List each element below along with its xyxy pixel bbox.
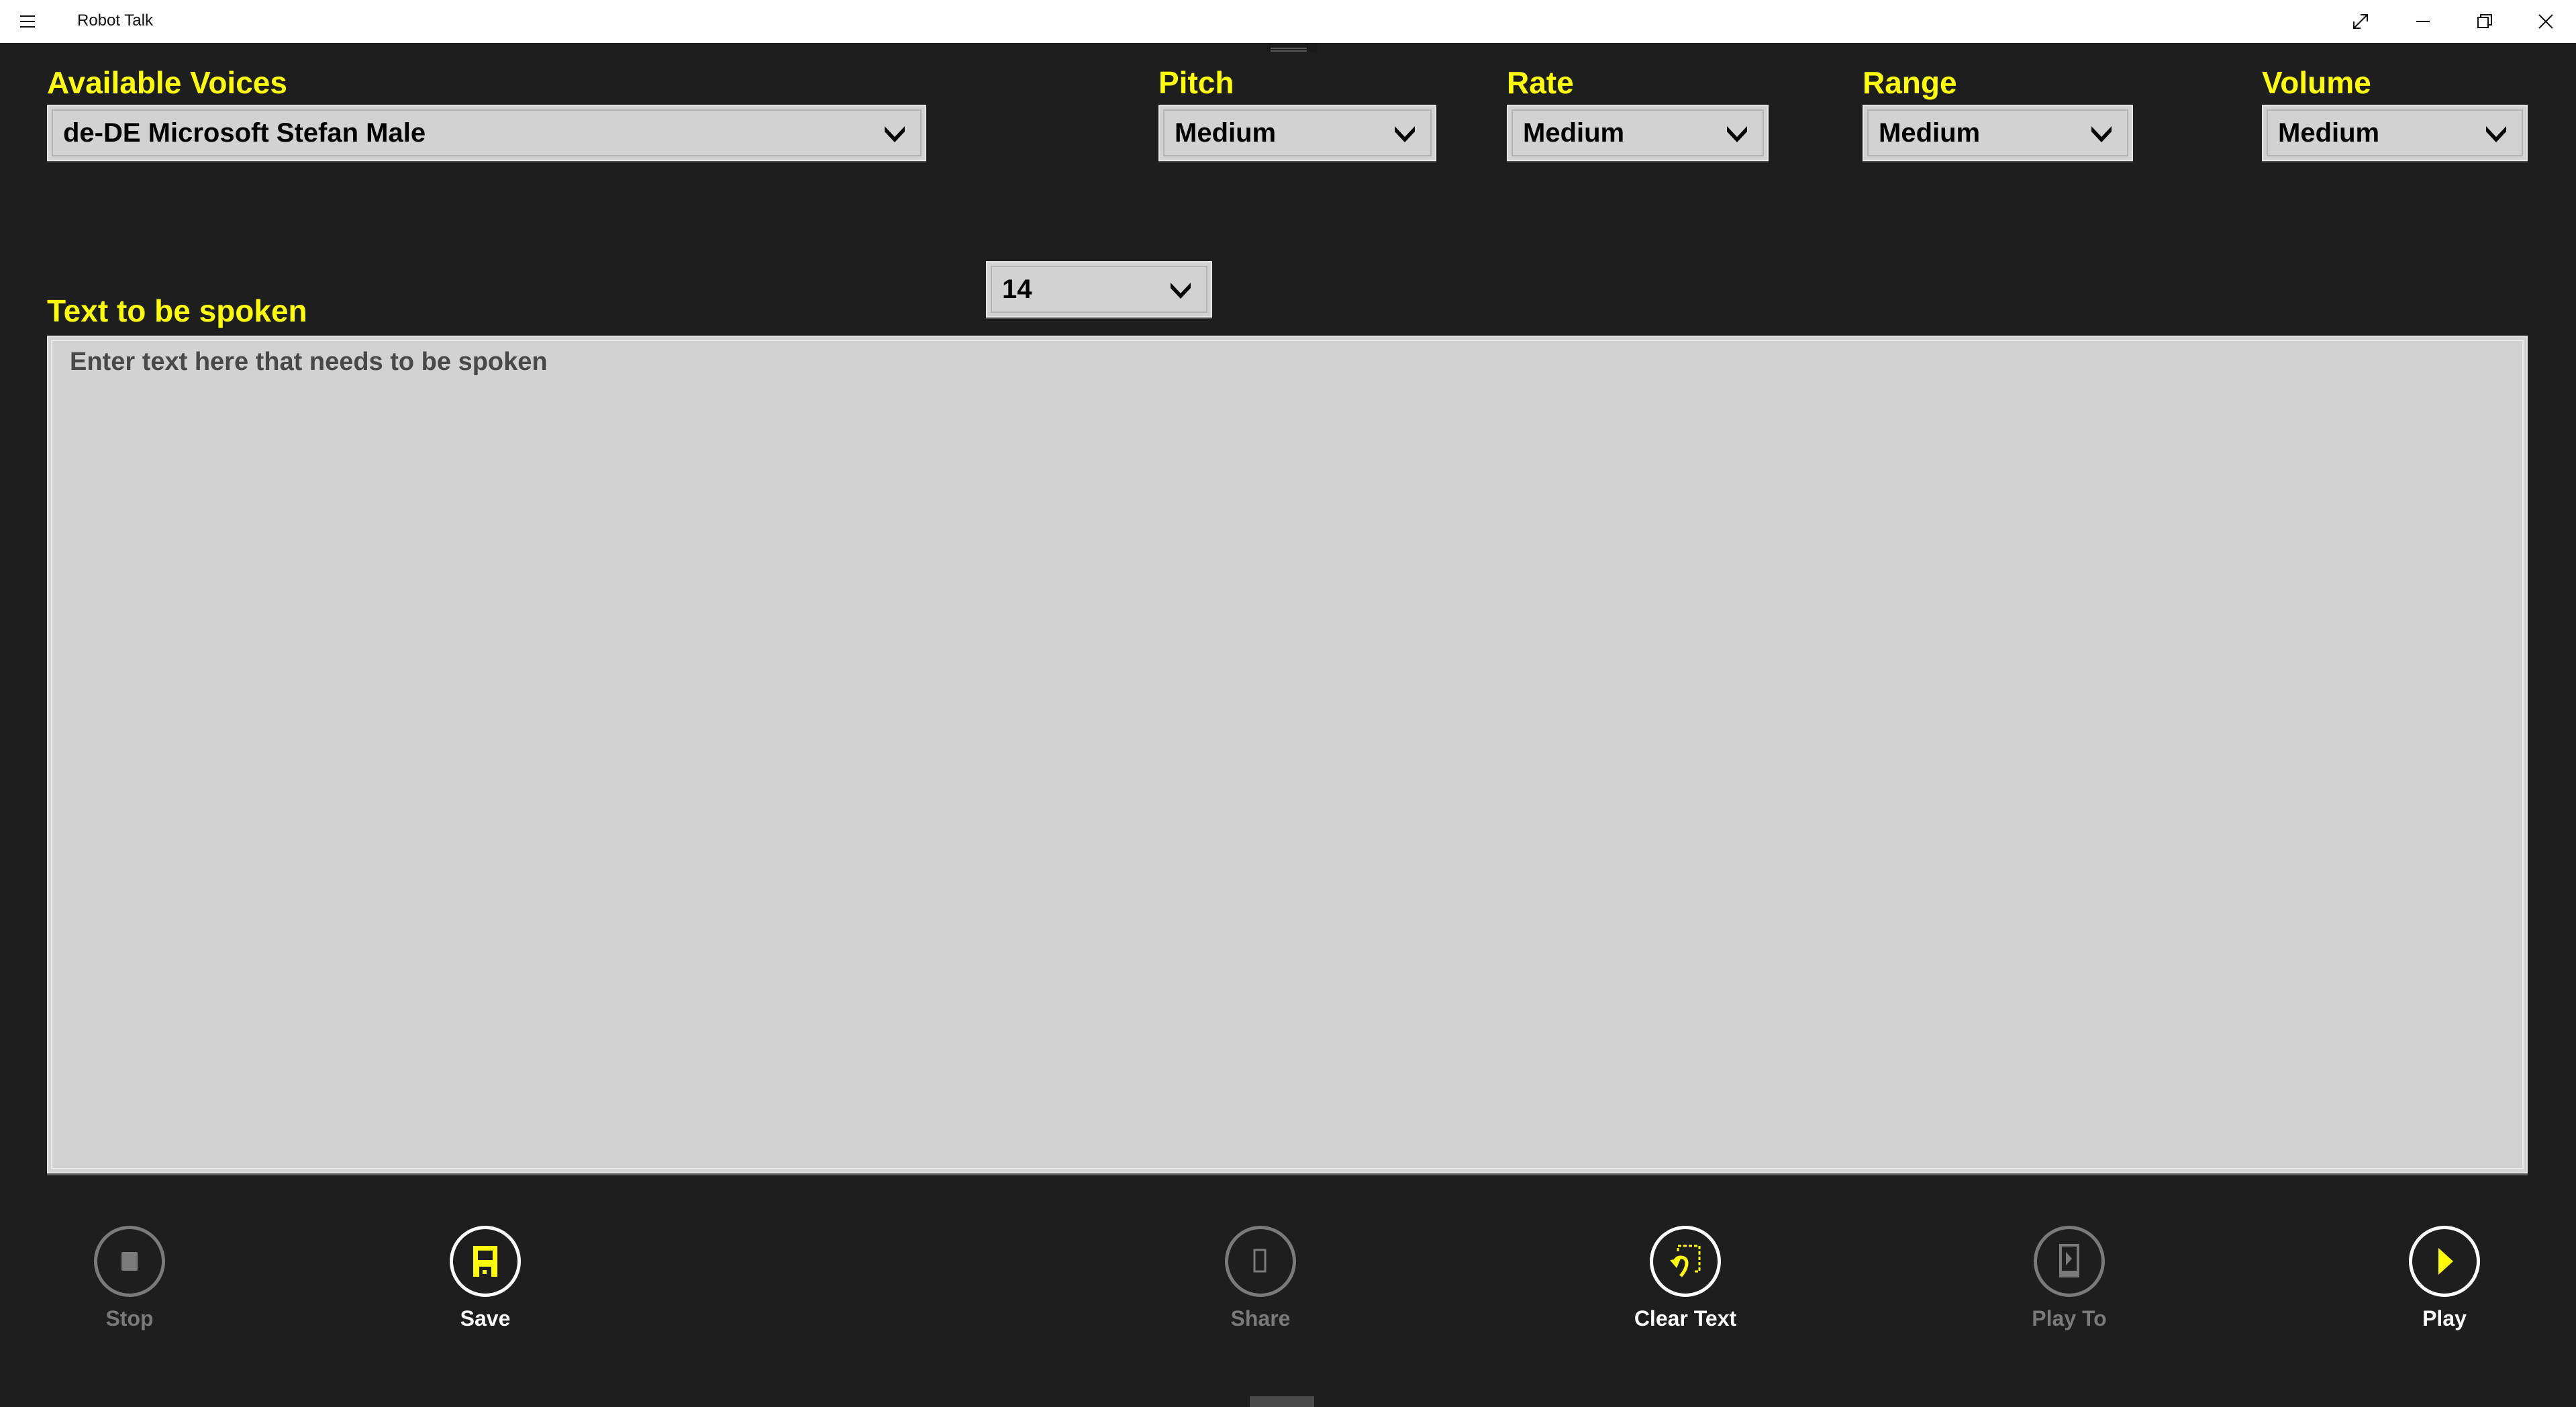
minimize-icon: [2416, 21, 2430, 22]
drag-handle[interactable]: [1267, 43, 1317, 52]
fullscreen-button[interactable]: [2330, 0, 2391, 43]
play-to-label: Play To: [2032, 1306, 2107, 1330]
text-to-speak-input[interactable]: Enter text here that needs to be spoken: [47, 336, 2528, 1173]
text-input-placeholder: Enter text here that needs to be spoken: [70, 348, 548, 376]
chevron-down-icon: [885, 126, 905, 142]
volume-selected-value: Medium: [2278, 118, 2380, 148]
stop-icon: [121, 1252, 138, 1271]
clear-text-icon: [1670, 1245, 1701, 1277]
clear-text-button[interactable]: Clear Text: [1608, 1226, 1769, 1347]
save-button[interactable]: Save: [408, 1226, 569, 1347]
play-button-circle: [2409, 1226, 2480, 1297]
stop-button-circle: [94, 1226, 165, 1297]
voices-dropdown[interactable]: de-DE Microsoft Stefan Male: [47, 105, 926, 161]
voices-selected-value: de-DE Microsoft Stefan Male: [63, 118, 426, 148]
chevron-down-icon: [1727, 126, 1747, 142]
play-icon: [2438, 1248, 2453, 1275]
clear-text-label: Clear Text: [1634, 1306, 1737, 1330]
chevron-down-icon: [2091, 126, 2112, 142]
hamburger-menu-icon[interactable]: [20, 15, 35, 28]
volume-dropdown[interactable]: Medium: [2262, 105, 2528, 161]
chevron-down-icon: [1395, 126, 1415, 142]
play-to-button[interactable]: Play To: [1992, 1226, 2153, 1347]
text-to-speak-label: Text to be spoken: [47, 293, 307, 328]
rate-selected-value: Medium: [1523, 118, 1625, 148]
save-button-circle: [450, 1226, 521, 1297]
font-size-selected-value: 14: [1002, 275, 1032, 304]
restore-icon: [2477, 14, 2492, 28]
expand-icon: [2353, 14, 2368, 29]
save-label: Save: [460, 1306, 511, 1330]
chevron-down-icon: [1171, 283, 1191, 299]
pitch-dropdown[interactable]: Medium: [1158, 105, 1436, 161]
close-icon: [2538, 14, 2553, 29]
voices-label: Available Voices: [47, 65, 287, 100]
play-to-button-circle: [2034, 1226, 2105, 1297]
pitch-label: Pitch: [1158, 65, 1234, 100]
font-size-dropdown[interactable]: 14: [986, 261, 1212, 318]
share-icon: [1253, 1249, 1267, 1273]
play-to-icon: [2059, 1244, 2079, 1277]
restore-button[interactable]: [2455, 0, 2515, 43]
app-title: Robot Talk: [77, 11, 153, 30]
stop-label: Stop: [105, 1306, 154, 1330]
save-icon: [473, 1246, 497, 1277]
range-selected-value: Medium: [1879, 118, 1981, 148]
minimize-button[interactable]: [2393, 0, 2453, 43]
chevron-down-icon: [2486, 126, 2506, 142]
range-dropdown[interactable]: Medium: [1863, 105, 2133, 161]
clear-text-button-circle: [1650, 1226, 1721, 1297]
pitch-selected-value: Medium: [1175, 118, 1277, 148]
close-button[interactable]: [2516, 0, 2576, 43]
play-label: Play: [2422, 1306, 2467, 1330]
play-button[interactable]: Play: [2367, 1226, 2528, 1347]
rate-label: Rate: [1507, 65, 1574, 100]
app-bar-handle[interactable]: [1250, 1396, 1314, 1407]
volume-label: Volume: [2262, 65, 2371, 100]
share-button-circle: [1225, 1226, 1296, 1297]
share-label: Share: [1230, 1306, 1291, 1330]
share-button[interactable]: Share: [1183, 1226, 1344, 1347]
range-label: Range: [1863, 65, 1957, 100]
title-bar: Robot Talk: [0, 0, 2576, 43]
rate-dropdown[interactable]: Medium: [1507, 105, 1769, 161]
stop-button[interactable]: Stop: [52, 1226, 213, 1347]
